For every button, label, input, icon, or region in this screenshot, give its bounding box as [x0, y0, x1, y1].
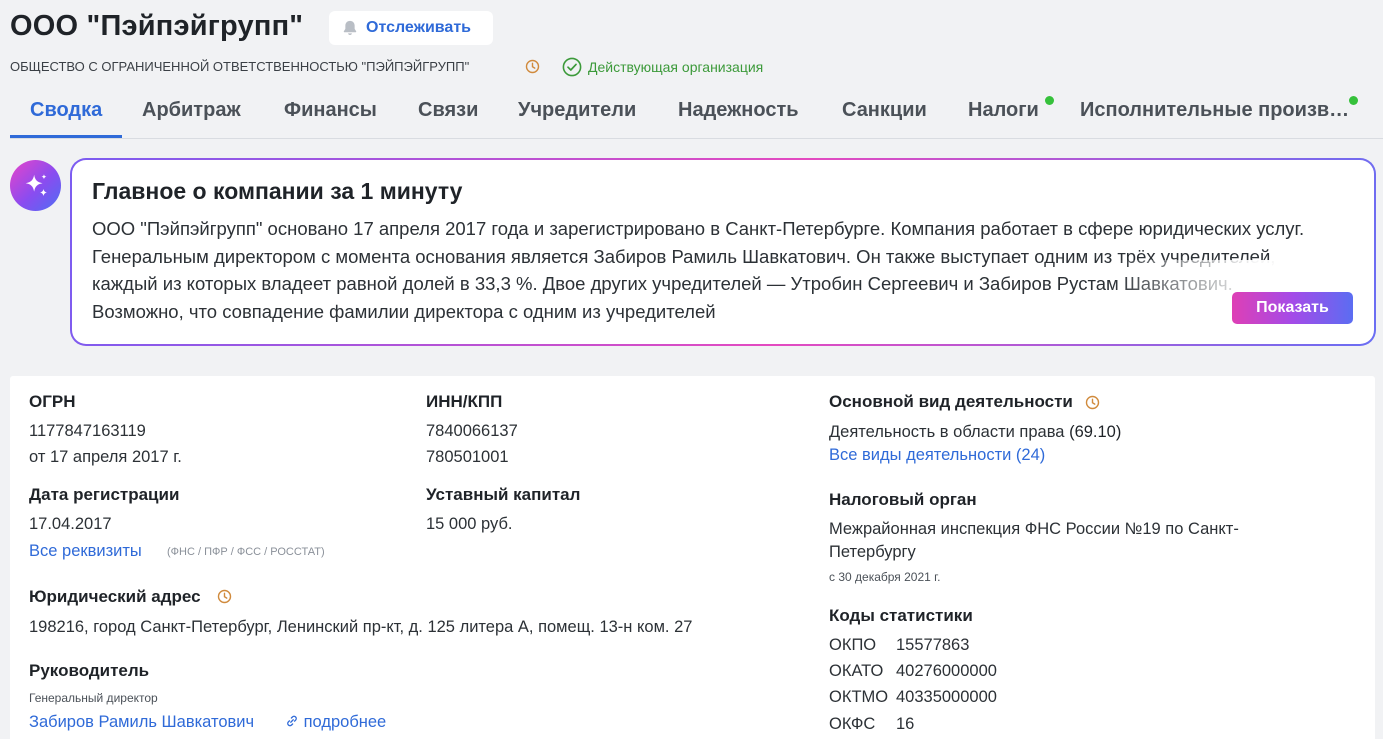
link-icon: [287, 715, 297, 727]
stat-value: 16: [896, 715, 915, 733]
registration-value: 17.04.2017: [29, 515, 112, 533]
stat-row-okpo: ОКПО 15577863: [829, 636, 969, 655]
activity-clock-icon[interactable]: [1085, 395, 1100, 410]
tax-authority-since: с 30 декабря 2021 г.: [829, 570, 941, 584]
director-more-text: подробнее: [303, 713, 387, 731]
ai-avatar: [10, 160, 61, 211]
inn-value: 7840066137: [426, 422, 518, 440]
stat-row-oktmo: ОКТМО 40335000000: [829, 688, 997, 707]
kpp-value: 780501001: [426, 448, 509, 466]
director-more-link[interactable]: подробнее: [285, 713, 386, 732]
stat-row-okfs: ОКФС 16: [829, 715, 914, 734]
ogrn-value: 1177847163119: [29, 422, 146, 440]
address-label: Юридический адрес: [29, 587, 201, 606]
ai-summary-title: Главное о компании за 1 минуту: [92, 178, 463, 204]
track-button[interactable]: Отслеживать: [329, 11, 493, 45]
director-position: Генеральный директор: [29, 691, 158, 705]
status-badge: Действующая организация: [562, 57, 763, 77]
tab-enforcement-indicator: [1349, 96, 1358, 105]
stat-code: ОКФС: [829, 715, 876, 733]
stat-value: 40335000000: [896, 688, 997, 706]
address-clock-icon[interactable]: [217, 589, 232, 604]
registration-label: Дата регистрации: [29, 485, 180, 504]
tab-summary[interactable]: Сводка: [9, 98, 123, 138]
sparkle-icon: [25, 173, 47, 196]
show-more-button[interactable]: Показать: [1232, 292, 1353, 324]
ogrn-label: ОГРН: [29, 392, 76, 411]
activity-label: Основной вид деятельности: [829, 392, 1073, 411]
capital-label: Уставный капитал: [426, 485, 581, 504]
ai-summary-card: Главное о компании за 1 минуту ООО "Пэйп…: [70, 158, 1376, 346]
stat-code: ОКПО: [829, 636, 877, 654]
check-circle-icon: [562, 57, 582, 77]
tab-taxes-indicator: [1045, 96, 1054, 105]
director-label: Руководитель: [29, 661, 150, 680]
stat-row-okato: ОКАТО 40276000000: [829, 662, 997, 681]
requisites-sources: (ФНС / ПФР / ФСС / РОССТАТ): [167, 546, 325, 558]
capital-value: 15 000 руб.: [426, 515, 513, 533]
bell-icon: [343, 20, 357, 36]
tab-bar: Сводка Арбитраж Финансы Связи Учредители…: [9, 88, 1383, 139]
tab-sanctions[interactable]: Санкции: [842, 98, 927, 138]
all-requisites-link[interactable]: Все реквизиты: [29, 542, 142, 561]
stat-codes-label: Коды статистики: [829, 606, 973, 625]
tax-authority-line1: Межрайонная инспекция ФНС России №19 по …: [829, 520, 1239, 538]
ogrn-date: от 17 апреля 2017 г.: [29, 448, 182, 466]
requisites-card: ОГРН 1177847163119 от 17 апреля 2017 г. …: [10, 376, 1375, 739]
stat-code: ОКТМО: [829, 688, 889, 706]
activity-text: Деятельность в области права: [829, 423, 1065, 441]
tab-enforcement[interactable]: Исполнительные произв…: [1080, 98, 1349, 138]
stat-value: 40276000000: [896, 662, 997, 680]
tab-reliability[interactable]: Надежность: [678, 98, 799, 138]
activity-code: (69.10): [1069, 423, 1122, 441]
tax-authority-line2: Петербургу: [829, 543, 916, 561]
address-value: 198216, город Санкт-Петербург, Ленинский…: [29, 618, 693, 636]
all-activities-link[interactable]: Все виды деятельности (24): [829, 446, 1045, 465]
tab-taxes[interactable]: Налоги: [968, 98, 1039, 138]
track-button-label: Отслеживать: [366, 19, 471, 36]
clock-icon[interactable]: [525, 59, 540, 74]
company-title: ООО "Пэйпэйгрупп": [10, 10, 304, 42]
tab-arbitration[interactable]: Арбитраж: [142, 98, 241, 138]
status-text: Действующая организация: [588, 59, 764, 75]
tab-founders[interactable]: Учредители: [518, 98, 636, 138]
activity-value: Деятельность в области права (69.10): [829, 423, 1121, 442]
director-name-link[interactable]: Забиров Рамиль Шавкатович: [29, 713, 254, 732]
tax-authority-label: Налоговый орган: [829, 490, 977, 509]
stat-value: 15577863: [896, 636, 970, 654]
legal-name: ОБЩЕСТВО С ОГРАНИЧЕННОЙ ОТВЕТСТВЕННОСТЬЮ…: [10, 59, 470, 74]
tab-connections[interactable]: Связи: [418, 98, 478, 138]
stat-code: ОКАТО: [829, 662, 884, 680]
inn-kpp-label: ИНН/КПП: [426, 392, 503, 411]
tab-finance[interactable]: Финансы: [284, 98, 377, 138]
